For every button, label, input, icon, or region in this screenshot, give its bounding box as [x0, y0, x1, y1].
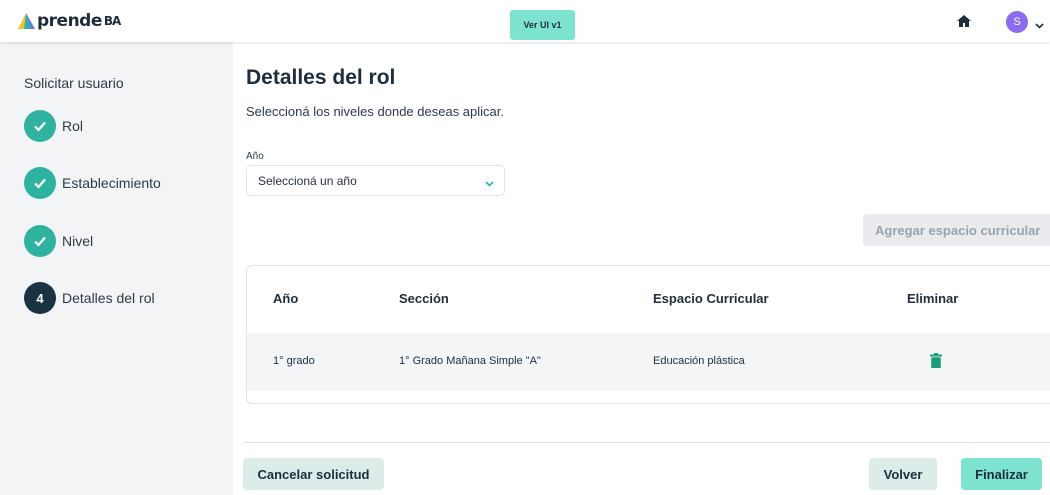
step-rol[interactable]: Rol — [24, 110, 83, 142]
back-button[interactable]: Volver — [869, 458, 937, 490]
logo-a-icon — [16, 11, 36, 31]
step-nivel[interactable]: Nivel — [24, 225, 93, 257]
year-select[interactable]: Seleccioná un año — [246, 165, 505, 196]
column-header-delete: Eliminar — [907, 291, 959, 306]
page-title: Detalles del rol — [246, 66, 396, 89]
step-label: Establecimiento — [62, 175, 161, 191]
step-number: 4 — [24, 282, 56, 314]
check-icon — [24, 225, 56, 257]
column-header-subject: Espacio Curricular — [653, 291, 769, 306]
logo-suffix: BA — [103, 14, 121, 28]
step-establecimiento[interactable]: Establecimiento — [24, 167, 161, 199]
step-label: Detalles del rol — [62, 290, 155, 306]
avatar[interactable]: S — [1006, 11, 1028, 33]
chevron-down-icon[interactable] — [1035, 17, 1044, 29]
year-field-label: Año — [246, 151, 264, 162]
top-bar: prende BA Ver UI v1 S — [0, 0, 1050, 42]
aprende-logo[interactable]: prende BA — [16, 10, 121, 32]
check-icon — [24, 110, 56, 142]
cell-year: 1° grado — [273, 355, 315, 367]
chevron-down-icon — [485, 177, 494, 187]
trash-icon[interactable] — [930, 353, 942, 368]
table-row: 1° grado 1° Grado Mañana Simple "A" Educ… — [247, 333, 1050, 391]
sidebar-title: Solicitar usuario — [24, 75, 124, 91]
finish-button[interactable]: Finalizar — [961, 458, 1042, 490]
step-detalles-del-rol[interactable]: 4 Detalles del rol — [24, 282, 155, 314]
logo-text: prende — [37, 11, 102, 31]
check-icon — [24, 167, 56, 199]
roles-table: Año Sección Espacio Curricular Eliminar … — [246, 265, 1050, 404]
footer-divider — [243, 442, 1050, 443]
step-label: Nivel — [62, 233, 94, 249]
year-select-placeholder: Seleccioná un año — [258, 173, 357, 188]
column-header-section: Sección — [399, 291, 449, 306]
cell-subject: Educación plástica — [653, 355, 745, 367]
cell-section: 1° Grado Mañana Simple "A" — [399, 355, 541, 367]
ui-version-button[interactable]: Ver UI v1 — [510, 10, 575, 40]
step-label: Rol — [62, 118, 84, 134]
cancel-request-button[interactable]: Cancelar solicitud — [243, 458, 384, 490]
stepper-sidebar: Solicitar usuario Rol Establecimiento Ni… — [0, 42, 233, 495]
page-subtitle: Seleccioná los niveles donde deseas apli… — [246, 104, 505, 119]
add-curricular-space-button[interactable]: Agregar espacio curricular — [863, 214, 1050, 246]
home-icon[interactable] — [957, 14, 971, 28]
column-header-year: Año — [273, 291, 299, 306]
